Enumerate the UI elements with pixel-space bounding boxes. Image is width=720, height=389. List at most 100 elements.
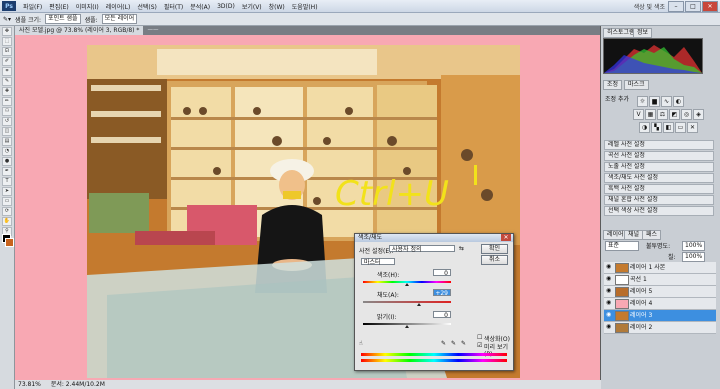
pen-tool-icon[interactable]: ✒ bbox=[2, 167, 12, 176]
menu-layer[interactable]: 레이어(L) bbox=[106, 2, 131, 11]
tab-masks[interactable]: 마스크 bbox=[624, 80, 649, 90]
opacity-field[interactable]: 100% bbox=[682, 241, 706, 251]
layer-row[interactable]: ◉ 레이어 2 bbox=[604, 322, 716, 334]
marquee-tool-icon[interactable]: ⬚ bbox=[2, 37, 12, 46]
menu-window[interactable]: 창(W) bbox=[269, 2, 285, 11]
saturation-slider-track[interactable] bbox=[363, 301, 451, 303]
cancel-button[interactable]: 취소 bbox=[481, 255, 508, 265]
tab-info[interactable]: 정보 bbox=[633, 28, 653, 38]
vibrance-icon[interactable]: V bbox=[633, 109, 644, 120]
layer-row[interactable]: ◉ 레이어 5 bbox=[604, 286, 716, 298]
color-balance-icon[interactable]: ⚖ bbox=[657, 109, 668, 120]
sample-select[interactable]: 모든 레이어 bbox=[101, 14, 138, 24]
healing-tool-icon[interactable]: ✚ bbox=[2, 87, 12, 96]
lightness-field[interactable]: 0 bbox=[433, 311, 451, 319]
layer-row[interactable]: ◉ 곡선 1 bbox=[604, 274, 716, 286]
menu-select[interactable]: 선택(S) bbox=[137, 2, 157, 11]
menu-filter[interactable]: 필터(T) bbox=[164, 2, 183, 11]
posterize-icon[interactable]: ▚ bbox=[651, 122, 662, 133]
tab-paths[interactable]: 패스 bbox=[642, 230, 662, 240]
hue-field[interactable]: 0 bbox=[433, 269, 451, 277]
path-select-icon[interactable]: ➤ bbox=[2, 187, 12, 196]
saturation-field[interactable]: +29 bbox=[433, 289, 451, 297]
selective-color-icon[interactable]: ✕ bbox=[687, 122, 698, 133]
saturation-slider-thumb[interactable] bbox=[417, 303, 422, 306]
hand-tool-icon[interactable]: ✋ bbox=[2, 217, 12, 226]
black-white-icon[interactable]: ◩ bbox=[669, 109, 680, 120]
eye-icon[interactable]: ◉ bbox=[606, 300, 612, 306]
preset-bw[interactable]: 흑백 사전 설정 bbox=[604, 184, 714, 194]
menu-analysis[interactable]: 분석(A) bbox=[190, 2, 210, 11]
move-tool-icon[interactable]: ✥ bbox=[2, 27, 12, 36]
document-tab-2[interactable]: ㅡㅡ bbox=[143, 26, 162, 35]
threshold-icon[interactable]: ◧ bbox=[663, 122, 674, 133]
menu-view[interactable]: 보기(V) bbox=[242, 2, 262, 11]
preset-levels[interactable]: 레벨 사전 설정 bbox=[604, 140, 714, 150]
colorize-checkbox[interactable]: ☐ bbox=[477, 334, 482, 341]
lightness-slider-thumb[interactable] bbox=[405, 325, 409, 328]
menu-help[interactable]: 도움말(H) bbox=[292, 2, 318, 11]
eyedropper-plus-icon[interactable]: ✎ bbox=[451, 340, 456, 347]
tab-adjustments[interactable]: 조정 bbox=[603, 80, 623, 90]
eyedropper-icon[interactable]: ✎ bbox=[441, 340, 446, 347]
menu-file[interactable]: 파일(F) bbox=[23, 2, 42, 11]
hue-sat-icon[interactable]: ▦ bbox=[645, 109, 656, 120]
hand-adjust-icon[interactable]: ☝ bbox=[359, 340, 363, 347]
maximize-icon[interactable]: □ bbox=[685, 1, 701, 12]
eye-icon[interactable]: ◉ bbox=[606, 312, 612, 318]
crop-tool-icon[interactable]: ⌗ bbox=[2, 67, 12, 76]
preset-selective-color[interactable]: 선택 색상 사전 설정 bbox=[604, 206, 714, 216]
blur-tool-icon[interactable]: ◔ bbox=[2, 147, 12, 156]
workspace-switcher[interactable]: 색상 및 색조 bbox=[634, 2, 665, 11]
history-brush-icon[interactable]: ↺ bbox=[2, 117, 12, 126]
menu-image[interactable]: 이미지(I) bbox=[76, 2, 99, 11]
dialog-close-icon[interactable]: ✕ bbox=[501, 234, 511, 241]
sample-size-select[interactable]: 포인트 샘플 bbox=[45, 14, 81, 24]
shape-tool-icon[interactable]: ▭ bbox=[2, 197, 12, 206]
ok-button[interactable]: 확인 bbox=[481, 244, 508, 254]
dodge-tool-icon[interactable]: ● bbox=[2, 157, 12, 166]
preset-exposure[interactable]: 노출 사전 설정 bbox=[604, 162, 714, 172]
photo-filter-icon[interactable]: ◎ bbox=[681, 109, 692, 120]
layer-row[interactable]: ◉ 레이어 1 사본 bbox=[604, 262, 716, 274]
eyedropper-icon[interactable]: ✎ bbox=[2, 77, 12, 86]
background-color-swatch[interactable] bbox=[5, 238, 14, 247]
brush-tool-icon[interactable]: ✏ bbox=[2, 97, 12, 106]
tab-channels[interactable]: 채널 bbox=[624, 230, 644, 240]
curves-icon[interactable]: ∿ bbox=[661, 96, 672, 107]
preset-options-icon[interactable]: ⇆ bbox=[459, 245, 464, 252]
eyedropper-minus-icon[interactable]: ✎ bbox=[461, 340, 466, 347]
brightness-icon[interactable]: ☼ bbox=[637, 96, 648, 107]
layer-row-selected[interactable]: ◉ 레이어 3 bbox=[604, 310, 716, 322]
channel-mixer-icon[interactable]: ◈ bbox=[693, 109, 704, 120]
gradient-tool-icon[interactable]: ▤ bbox=[2, 137, 12, 146]
zoom-level[interactable]: 73.81% bbox=[18, 381, 41, 388]
preset-select[interactable]: 사용자 정의 bbox=[389, 245, 455, 253]
close-icon[interactable]: ✕ bbox=[702, 1, 718, 12]
preview-checkbox[interactable]: ☑ bbox=[477, 342, 482, 349]
eye-icon[interactable]: ◉ bbox=[606, 264, 612, 270]
eye-icon[interactable]: ◉ bbox=[606, 324, 612, 330]
quick-select-tool-icon[interactable]: ✐ bbox=[2, 57, 12, 66]
lasso-tool-icon[interactable]: ᘏ bbox=[2, 47, 12, 56]
channel-select[interactable]: 마스터 bbox=[361, 258, 395, 266]
minimize-icon[interactable]: – bbox=[668, 1, 684, 12]
menu-3d[interactable]: 3D(D) bbox=[217, 3, 235, 10]
exposure-icon[interactable]: ◐ bbox=[673, 96, 684, 107]
type-tool-icon[interactable]: T bbox=[2, 177, 12, 186]
document-tab[interactable]: 사진 모델.jpg @ 73.8% (레이어 3, RGB/8) * bbox=[15, 26, 144, 35]
blend-mode-select[interactable]: 표준 bbox=[605, 241, 639, 251]
eyedropper-tool-icon[interactable]: ✎▾ bbox=[3, 16, 11, 23]
eye-icon[interactable]: ◉ bbox=[606, 276, 612, 282]
eraser-tool-icon[interactable]: ◫ bbox=[2, 127, 12, 136]
layer-row[interactable]: ◉ 레이어 4 bbox=[604, 298, 716, 310]
stamp-tool-icon[interactable]: ⚇ bbox=[2, 107, 12, 116]
preset-curves[interactable]: 곡선 사전 설정 bbox=[604, 151, 714, 161]
eye-icon[interactable]: ◉ bbox=[606, 288, 612, 294]
preset-hue-sat[interactable]: 색조/채도 사전 설정 bbox=[604, 173, 714, 183]
3d-rotate-icon[interactable]: ⟳ bbox=[2, 207, 12, 216]
preset-channel-mixer[interactable]: 채널 혼합 사전 설정 bbox=[604, 195, 714, 205]
menu-edit[interactable]: 편집(E) bbox=[49, 2, 69, 11]
levels-icon[interactable]: ▆ bbox=[649, 96, 660, 107]
hue-slider-thumb[interactable] bbox=[405, 283, 409, 286]
